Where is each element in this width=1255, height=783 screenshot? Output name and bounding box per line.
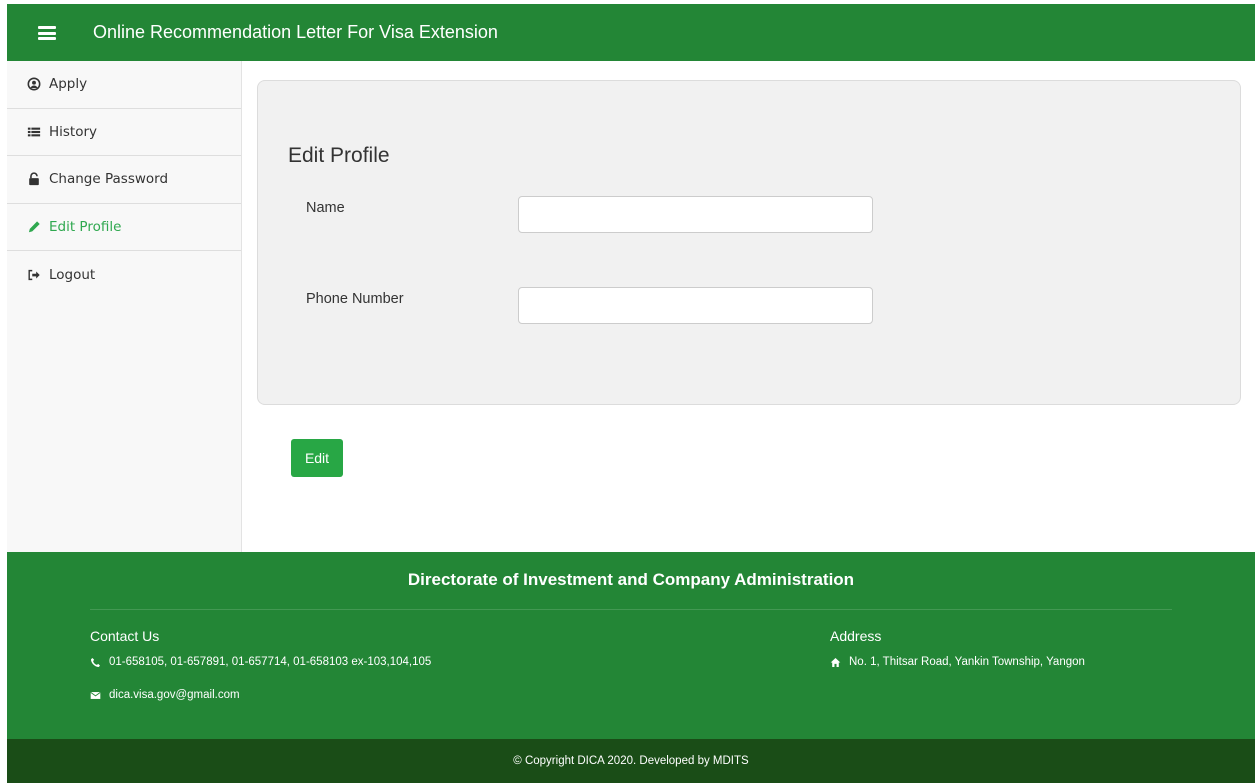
address-title: Address xyxy=(830,628,882,644)
copyright-text: © Copyright DICA 2020. Developed by MDIT… xyxy=(513,755,749,767)
pencil-icon xyxy=(27,220,41,234)
home-icon xyxy=(830,657,841,667)
app-title: Online Recommendation Letter For Visa Ex… xyxy=(93,22,498,42)
sidebar: Apply History Change Password Edit Profi… xyxy=(7,61,242,552)
list-icon xyxy=(27,125,41,139)
contact-email-text: dica.visa.gov@gmail.com xyxy=(109,689,240,701)
unlock-icon xyxy=(27,172,41,186)
sidebar-item-label: History xyxy=(49,123,98,140)
footer: Directorate of Investment and Company Ad… xyxy=(7,552,1255,739)
phone-icon xyxy=(91,657,100,667)
sidebar-item-apply[interactable]: Apply xyxy=(7,61,241,109)
sidebar-item-history[interactable]: History xyxy=(7,109,241,156)
copyright-bar: © Copyright DICA 2020. Developed by MDIT… xyxy=(7,739,1255,783)
sidebar-item-label: Logout xyxy=(49,266,96,283)
name-input[interactable] xyxy=(518,196,873,233)
edit-button[interactable]: Edit xyxy=(291,439,343,477)
sidebar-item-logout[interactable]: Logout xyxy=(7,251,241,299)
address-text: No. 1, Thitsar Road, Yankin Township, Ya… xyxy=(849,656,1085,668)
address-line: No. 1, Thitsar Road, Yankin Township, Ya… xyxy=(830,656,1085,668)
contact-email[interactable]: dica.visa.gov@gmail.com xyxy=(90,689,240,701)
name-label: Name xyxy=(306,200,345,216)
sidebar-item-label: Change Password xyxy=(49,171,169,188)
footer-divider xyxy=(90,609,1172,610)
envelope-icon xyxy=(90,691,101,699)
sidebar-item-label: Apply xyxy=(49,76,88,93)
sidebar-item-label: Edit Profile xyxy=(49,218,122,235)
phone-number-label: Phone Number xyxy=(306,291,404,307)
top-navbar: Online Recommendation Letter For Visa Ex… xyxy=(7,4,1255,61)
edit-profile-panel: Edit Profile Name Phone Number xyxy=(257,80,1241,405)
user-circle-icon xyxy=(27,77,41,91)
sign-out-icon xyxy=(27,268,41,282)
sidebar-item-change-password[interactable]: Change Password xyxy=(7,156,241,204)
contact-us-title: Contact Us xyxy=(90,628,160,644)
contact-phone: 01-658105, 01-657891, 01-657714, 01-6581… xyxy=(90,656,431,668)
phone-number-input[interactable] xyxy=(518,287,873,324)
page-title: Edit Profile xyxy=(288,144,390,167)
sidebar-item-edit-profile[interactable]: Edit Profile xyxy=(7,204,241,251)
contact-phone-text: 01-658105, 01-657891, 01-657714, 01-6581… xyxy=(109,656,432,668)
footer-heading: Directorate of Investment and Company Ad… xyxy=(407,570,855,589)
hamburger-menu-icon[interactable] xyxy=(38,26,56,40)
